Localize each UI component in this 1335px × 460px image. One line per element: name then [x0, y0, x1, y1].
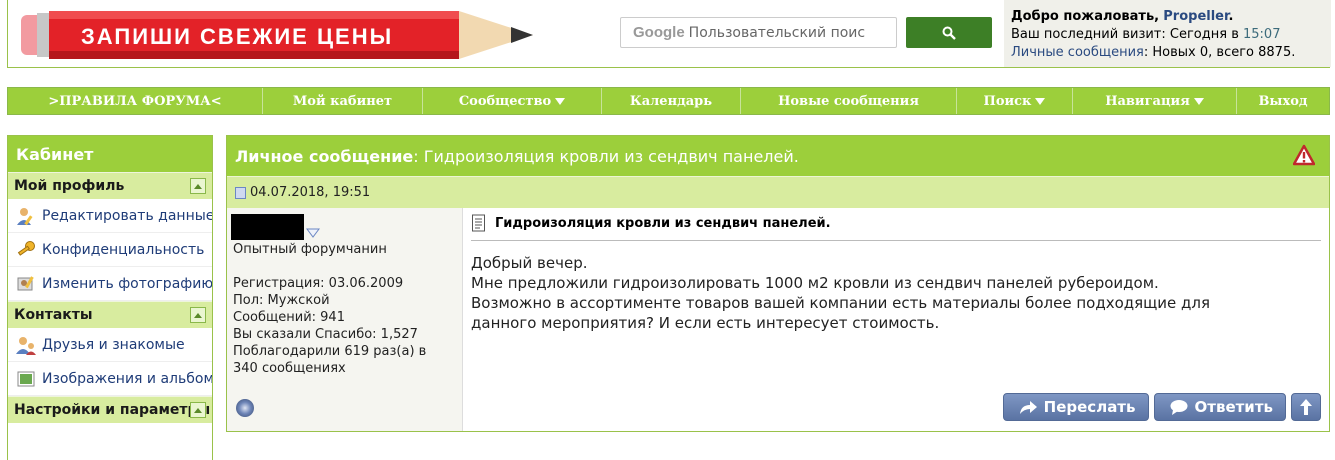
nav-rules[interactable]: >ПРАВИЛА ФОРУМА< — [8, 88, 263, 114]
post-actions: Переслать Ответить — [1002, 393, 1321, 421]
collapse-icon[interactable] — [190, 402, 206, 418]
nav-search-label: Поиск — [983, 93, 1032, 109]
pm-date: 04.07.2018, 19:51 — [250, 185, 371, 200]
sidebar-item-images[interactable]: Изображения и альбомы — [8, 362, 212, 396]
nav-cabinet-label: Мой кабинет — [292, 93, 393, 109]
sidebar-section-label: Контакты — [14, 307, 93, 323]
pm-header-subject: : Гидроизоляция кровли из сендвич панеле… — [413, 147, 799, 166]
forward-arrow-icon — [1019, 401, 1037, 414]
nav-logout[interactable]: Выход — [1237, 88, 1329, 114]
dropdown-arrow-icon — [1193, 97, 1204, 105]
pm-header-label: Личное сообщение — [235, 147, 414, 166]
message-content: Гидроизоляция кровли из сендвич панелей.… — [463, 208, 1329, 431]
username-link[interactable]: Propeller — [1163, 9, 1228, 24]
arrow-up-icon — [1300, 399, 1312, 415]
user-thanked: Поблагодарили 619 раз(а) в — [233, 344, 427, 359]
sidebar-item-change-photo[interactable]: Изменить фотографию — [8, 267, 212, 301]
last-visit-time: 15:07 — [1243, 27, 1281, 42]
forward-label: Переслать — [1043, 398, 1136, 416]
navbar: >ПРАВИЛА ФОРУМА< Мой кабинет Сообщество … — [7, 87, 1330, 115]
post: Опытный форумчанин Регистрация: 03.06.20… — [227, 208, 1329, 431]
search-brand: Google — [633, 24, 685, 41]
welcome-panel: Добро пожаловать, Propeller. Ваш последн… — [1004, 0, 1331, 67]
dropdown-arrow-icon — [1035, 97, 1046, 105]
nav-navigation-label: Навигация — [1105, 93, 1190, 109]
reply-button[interactable]: Ответить — [1153, 393, 1286, 421]
sidebar-item-edit-data[interactable]: Редактировать данные — [8, 199, 212, 233]
user-posts: Сообщений: 941 — [233, 310, 345, 325]
search-input[interactable]: Google Пользовательский поис — [620, 17, 897, 48]
sidebar-title: Кабинет — [8, 136, 212, 172]
sidebar-item-label: Изменить фотографию — [42, 275, 213, 292]
user-thanked-posts: 340 сообщениях — [233, 361, 346, 376]
sender-username-redacted[interactable] — [231, 214, 304, 240]
key-icon — [17, 240, 35, 256]
forward-button[interactable]: Переслать — [1002, 393, 1149, 421]
user-info: Опытный форумчанин Регистрация: 03.06.20… — [227, 208, 463, 431]
photo-edit-icon — [17, 275, 34, 290]
collapse-icon[interactable] — [190, 178, 206, 194]
report-warning-icon[interactable] — [1293, 144, 1315, 166]
last-visit-label: Ваш последний визит: Сегодня в — [1011, 27, 1239, 42]
message-title: Гидроизоляция кровли из сендвич панелей. — [495, 215, 831, 231]
sidebar-item-friends[interactable]: Друзья и знакомые — [8, 328, 212, 362]
pm-counts: : Новых 0, всего 8875. — [1143, 45, 1296, 60]
nav-new-posts[interactable]: Новые сообщения — [741, 88, 957, 114]
nav-cabinet[interactable]: Мой кабинет — [263, 88, 423, 114]
nav-calendar-label: Календарь — [629, 93, 713, 109]
search-button[interactable] — [906, 17, 992, 48]
document-icon — [472, 214, 485, 232]
user-registration: Регистрация: 03.06.2009 — [233, 276, 404, 291]
private-message-panel: Личное сообщение: Гидроизоляция кровли и… — [226, 135, 1330, 432]
user-rank: Опытный форумчанин — [233, 242, 387, 257]
nav-search[interactable]: Поиск — [957, 88, 1073, 114]
search-icon — [942, 26, 956, 40]
sidebar-item-label: Изображения и альбомы — [42, 370, 213, 387]
message-line: данного мероприятия? И если есть интерес… — [471, 314, 940, 332]
post-icon — [235, 187, 246, 199]
header: ЗАПИШИ СВЕЖИЕ ЦЕНЫ Google Пользовательск… — [7, 0, 1331, 68]
nav-calendar[interactable]: Календарь — [602, 88, 741, 114]
banner-pencil-ad[interactable]: ЗАПИШИ СВЕЖИЕ ЦЕНЫ — [21, 7, 541, 61]
sidebar-item-label: Конфиденциальность — [42, 241, 205, 258]
search-placeholder: Пользовательский поис — [688, 24, 866, 41]
nav-rules-label: >ПРАВИЛА ФОРУМА< — [48, 93, 222, 109]
message-body: Добрый вечер. Мне предложили гидроизолир… — [471, 253, 1321, 333]
user-menu-arrow-icon[interactable] — [306, 228, 320, 238]
user-gender: Пол: Мужской — [233, 293, 330, 308]
nav-navigation[interactable]: Навигация — [1073, 88, 1237, 114]
message-line: Добрый вечер. — [471, 254, 588, 272]
sidebar-section-settings[interactable]: Настройки и параметры — [8, 396, 212, 423]
scroll-top-button[interactable] — [1291, 393, 1321, 421]
sidebar: Кабинет Мой профиль Редактировать данные… — [7, 135, 213, 460]
sidebar-item-label: Друзья и знакомые — [42, 336, 185, 353]
pm-date-bar: 04.07.2018, 19:51 — [227, 176, 1329, 208]
user-edit-icon — [17, 207, 33, 225]
sidebar-section-label: Мой профиль — [14, 178, 125, 194]
sidebar-item-label: Редактировать данные — [42, 207, 213, 224]
sidebar-section-contacts[interactable]: Контакты — [8, 301, 212, 328]
welcome-greeting: Добро пожаловать, — [1011, 9, 1160, 24]
nav-community[interactable]: Сообщество — [423, 88, 602, 114]
nav-logout-label: Выход — [1258, 93, 1308, 109]
friends-icon — [16, 336, 36, 355]
banner-text: ЗАПИШИ СВЕЖИЕ ЦЕНЫ — [81, 24, 393, 49]
user-thanks-given: Вы сказали Спасибо: 1,527 — [233, 327, 418, 342]
message-title-row: Гидроизоляция кровли из сендвич панелей. — [471, 214, 1321, 241]
collapse-icon[interactable] — [190, 307, 206, 323]
sidebar-item-privacy[interactable]: Конфиденциальность — [8, 233, 212, 267]
message-line: Мне предложили гидроизолировать 1000 м2 … — [471, 274, 1159, 292]
nav-new-posts-label: Новые сообщения — [778, 93, 919, 109]
pm-header: Личное сообщение: Гидроизоляция кровли и… — [227, 136, 1329, 176]
album-icon — [17, 371, 35, 386]
sidebar-section-label: Настройки и параметры — [14, 402, 211, 418]
speech-bubble-icon — [1170, 400, 1187, 415]
private-messages-link[interactable]: Личные сообщения — [1011, 45, 1144, 60]
sidebar-section-profile[interactable]: Мой профиль — [8, 172, 212, 199]
reply-label: Ответить — [1194, 398, 1274, 416]
online-status-icon — [236, 399, 254, 417]
nav-community-label: Сообщество — [458, 93, 552, 109]
message-line: Возможно в ассортименте товаров вашей ко… — [471, 294, 1211, 312]
dropdown-arrow-icon — [555, 97, 566, 105]
